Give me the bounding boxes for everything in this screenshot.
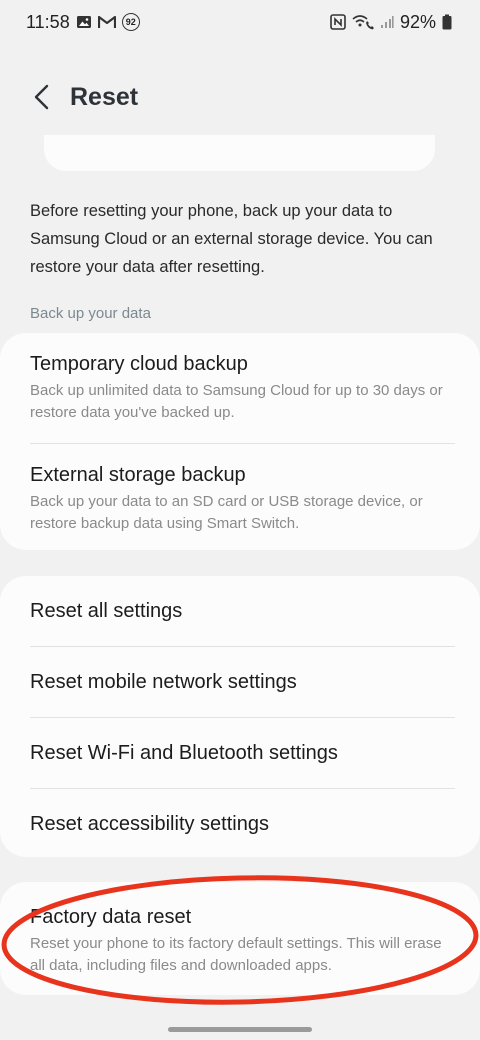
section-label-backup: Back up your data — [30, 305, 151, 322]
status-bar-right: 92% — [330, 12, 452, 33]
item-subtitle: Back up unlimited data to Samsung Cloud … — [30, 382, 443, 421]
reset-wifi-bluetooth-settings-item[interactable]: Reset Wi-Fi and Bluetooth settings — [0, 718, 480, 788]
battery-icon — [442, 14, 452, 30]
item-subtitle: Back up your data to an SD card or USB s… — [30, 493, 423, 532]
item-title: Reset mobile network settings — [30, 670, 297, 693]
gmail-icon — [97, 15, 116, 29]
status-bar: 11:58 92 92% — [0, 0, 480, 44]
reset-mobile-network-settings-item[interactable]: Reset mobile network settings — [0, 647, 480, 717]
item-title: Reset accessibility settings — [30, 812, 269, 835]
reset-options-card: Reset all settings Reset mobile network … — [0, 576, 480, 857]
item-title: Reset Wi-Fi and Bluetooth settings — [30, 741, 338, 764]
reset-all-settings-item[interactable]: Reset all settings — [0, 576, 480, 646]
gallery-icon — [76, 14, 92, 30]
chevron-left-icon — [34, 84, 49, 110]
item-subtitle: Reset your phone to its factory default … — [30, 935, 442, 974]
factory-reset-card: Factory data reset Reset your phone to i… — [0, 882, 480, 995]
factory-data-reset-item[interactable]: Factory data reset Reset your phone to i… — [0, 882, 480, 977]
home-indicator[interactable] — [168, 1027, 312, 1032]
backup-card: Temporary cloud backup Back up unlimited… — [0, 333, 480, 550]
app-header: Reset — [0, 74, 480, 120]
scrolled-card-remnant — [44, 135, 435, 171]
reset-accessibility-settings-item[interactable]: Reset accessibility settings — [0, 789, 480, 859]
back-button[interactable] — [18, 74, 66, 120]
page-title: Reset — [70, 82, 139, 111]
wifi-calling-icon — [352, 14, 374, 30]
external-storage-backup-item[interactable]: External storage backup Back up your dat… — [0, 444, 480, 550]
signal-icon — [380, 15, 394, 29]
intro-description: Before resetting your phone, back up you… — [30, 202, 433, 276]
item-title: Reset all settings — [30, 599, 183, 622]
status-time: 11:58 — [26, 11, 70, 32]
notification-count-badge: 92 — [121, 13, 140, 31]
item-title: Temporary cloud backup — [30, 353, 248, 375]
item-title: Factory data reset — [30, 906, 192, 928]
temporary-cloud-backup-item[interactable]: Temporary cloud backup Back up unlimited… — [0, 333, 480, 443]
battery-percentage: 92% — [399, 11, 436, 32]
nfc-icon — [330, 14, 346, 30]
item-title: External storage backup — [30, 464, 246, 486]
status-bar-left: 11:58 92 — [26, 12, 140, 33]
